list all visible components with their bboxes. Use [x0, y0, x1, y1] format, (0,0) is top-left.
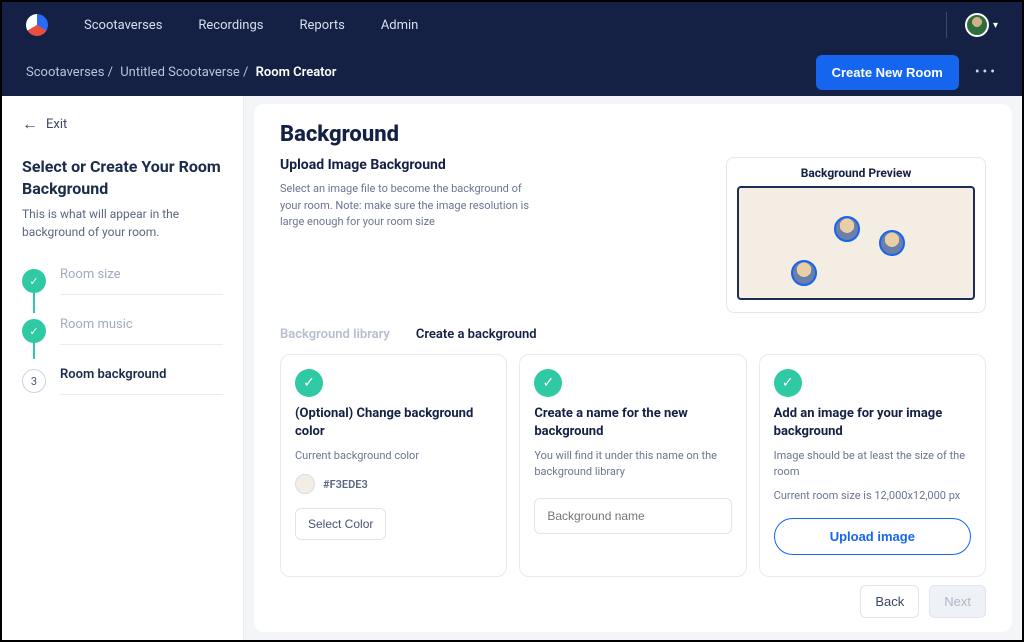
exit-button[interactable]: ← Exit — [22, 114, 223, 134]
wizard-footer: Back Next — [280, 585, 986, 618]
more-menu-icon[interactable]: ••• — [975, 64, 998, 80]
crumb-mid[interactable]: Untitled Scootaverse / — [120, 65, 248, 80]
card-body-line2: Current room size is 12,000x12,000 px — [774, 488, 971, 504]
crumb-root[interactable]: Scootaverses / — [26, 65, 113, 80]
next-button: Next — [929, 585, 986, 618]
card-title: Add an image for your image background — [774, 405, 971, 440]
preview-label: Background Preview — [737, 166, 975, 180]
step-label: Room size — [60, 267, 223, 295]
upload-body: Select an image file to become the backg… — [280, 181, 540, 231]
arrow-left-icon: ← — [22, 114, 38, 134]
avatar-icon — [791, 260, 817, 286]
main-card: Background Upload Image Background Selec… — [254, 104, 1012, 632]
top-nav: Scootaverses Recordings Reports Admin ▾ — [2, 2, 1022, 48]
check-icon: ✓ — [22, 269, 46, 293]
sub-bar: Scootaverses / Untitled Scootaverse / Ro… — [2, 48, 1022, 96]
create-new-room-button[interactable]: Create New Room — [816, 55, 959, 90]
check-icon: ✓ — [774, 369, 802, 397]
color-swatch — [295, 474, 315, 494]
check-icon: ✓ — [295, 369, 323, 397]
select-color-button[interactable]: Select Color — [295, 508, 386, 540]
background-name-input[interactable] — [534, 498, 731, 534]
page-title: Background — [280, 122, 986, 147]
card-label: Current background color — [295, 448, 492, 464]
step-room-music[interactable]: ✓ Room music — [22, 317, 223, 345]
card-upload-image: ✓ Add an image for your image background… — [759, 354, 986, 577]
step-label: Room music — [60, 317, 223, 345]
side-subtitle: This is what will appear in the backgrou… — [22, 205, 223, 241]
nav-item-scootaverses[interactable]: Scootaverses — [84, 18, 162, 33]
avatar-icon — [965, 13, 989, 37]
card-body-line1: Image should be at least the size of the… — [774, 448, 971, 480]
tab-background-library[interactable]: Background library — [280, 327, 390, 342]
side-title: Select or Create Your Room Background — [22, 156, 223, 199]
background-preview — [737, 186, 975, 300]
step-list: ✓ Room size ✓ Room music 3 Room backgrou… — [22, 267, 223, 395]
upload-heading: Upload Image Background — [280, 157, 706, 173]
content: ← Exit Select or Create Your Room Backgr… — [2, 96, 1022, 640]
color-hex: #F3EDE3 — [323, 478, 368, 491]
exit-label: Exit — [46, 117, 67, 132]
card-body: You will find it under this name on the … — [534, 448, 731, 480]
background-tabs: Background library Create a background — [280, 327, 986, 342]
user-menu[interactable]: ▾ — [965, 13, 998, 37]
back-button[interactable]: Back — [860, 585, 919, 618]
upload-image-button[interactable]: Upload image — [774, 518, 971, 555]
card-title: Create a name for the new background — [534, 405, 731, 440]
main-area: Background Upload Image Background Selec… — [244, 96, 1022, 640]
crumb-current: Room Creator — [256, 65, 337, 80]
nav-divider — [946, 12, 947, 38]
side-panel: ← Exit Select or Create Your Room Backgr… — [2, 96, 244, 640]
card-name-background: ✓ Create a name for the new background Y… — [519, 354, 746, 577]
card-title: (Optional) Change background color — [295, 405, 492, 440]
check-icon: ✓ — [22, 319, 46, 343]
nav-item-reports[interactable]: Reports — [300, 18, 345, 33]
step-label: Room background — [60, 367, 223, 395]
app-logo-icon — [26, 14, 48, 36]
nav-item-admin[interactable]: Admin — [381, 18, 419, 33]
chevron-down-icon: ▾ — [993, 20, 998, 31]
background-preview-panel: Background Preview — [726, 157, 986, 313]
card-change-color: ✓ (Optional) Change background color Cur… — [280, 354, 507, 577]
step-room-background[interactable]: 3 Room background — [22, 367, 223, 395]
check-icon: ✓ — [534, 369, 562, 397]
step-number: 3 — [22, 369, 46, 393]
avatar-icon — [879, 230, 905, 256]
avatar-icon — [834, 216, 860, 242]
step-room-size[interactable]: ✓ Room size — [22, 267, 223, 295]
nav-item-recordings[interactable]: Recordings — [198, 18, 263, 33]
upload-description: Upload Image Background Select an image … — [280, 157, 706, 313]
tab-create-background[interactable]: Create a background — [416, 327, 537, 342]
breadcrumb: Scootaverses / Untitled Scootaverse / Ro… — [26, 65, 340, 80]
